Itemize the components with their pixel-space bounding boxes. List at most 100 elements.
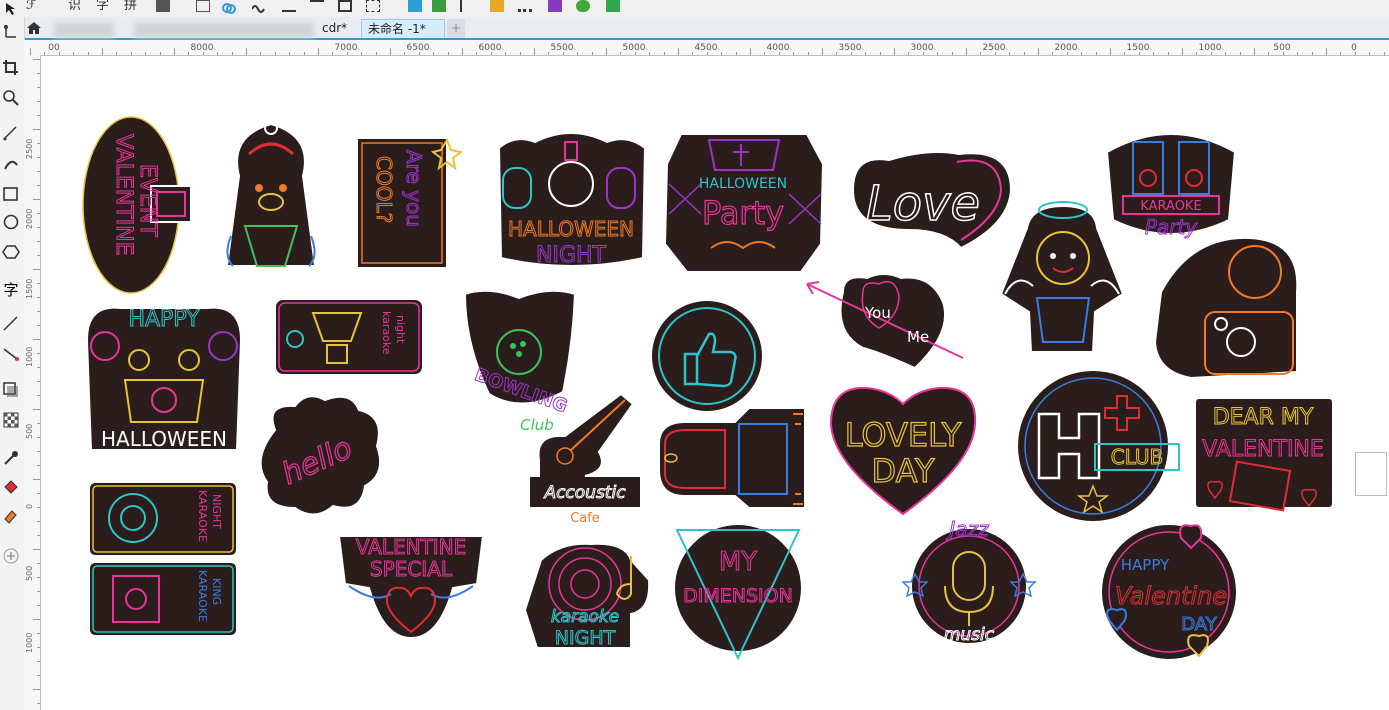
sticker-bear[interactable] [219, 116, 323, 276]
ruler-tick [1268, 52, 1270, 55]
align-icon[interactable]: ℱ [26, 0, 36, 14]
tab-document-1[interactable]: cdr* [44, 19, 360, 38]
sticker-lovely-day[interactable]: LOVELY DAY [827, 384, 979, 516]
tab-document-2[interactable]: 未命名 -1* [361, 19, 445, 38]
ellipse-icon[interactable] [2, 213, 20, 231]
sticker-valentine-event[interactable]: VALENTINE EVENT [79, 114, 201, 296]
ruler-tick [994, 52, 996, 55]
ruler-tick [37, 157, 40, 158]
ruler-tick [37, 423, 40, 424]
sticker-happy-halloween[interactable]: HAPPY HALLOWEEN [81, 300, 247, 454]
page-border-handle[interactable] [1355, 452, 1387, 496]
barcode-icon[interactable] [518, 0, 532, 12]
drawing-canvas[interactable]: VALENTINE EVENT Are you COOL? HALLOWEEN … [41, 56, 1389, 710]
home-tab[interactable] [24, 19, 44, 38]
horizontal-ruler[interactable]: 00 8000 7000 6500 6000 5500 5000 4500 4000 3500 30… [24, 40, 1389, 56]
sticker-text: VALENTINE [356, 535, 467, 559]
image-icon[interactable] [432, 0, 446, 12]
select-icon[interactable] [366, 0, 380, 12]
sticker-record-player[interactable] [1151, 232, 1301, 380]
ruler-tick [591, 52, 593, 55]
toolbar-text-1[interactable]: 识 [68, 0, 81, 14]
toolbar-text-3[interactable]: 拼 [124, 0, 137, 14]
ruler-tick [793, 52, 795, 55]
ruler-tick [33, 59, 40, 60]
sticker-karaoke-night[interactable]: karaoke NIGHT [521, 540, 653, 650]
ruler-tick [37, 675, 40, 676]
sticker-halloween-party[interactable]: HALLOWEEN Party [661, 124, 827, 276]
sticker-are-you-cool[interactable]: Are you COOL? [355, 136, 465, 270]
sticker-karaoke-tickets[interactable]: KARAOKE NIGHT KARAOKE KING [87, 480, 239, 638]
parallel-dimension-icon[interactable] [2, 315, 20, 333]
add-tool-icon[interactable] [2, 547, 20, 565]
sticker-valentine-special[interactable]: VALENTINE SPECIAL [335, 528, 487, 640]
zoom-icon[interactable] [2, 89, 20, 107]
ruler-tick [159, 52, 161, 55]
sticker-text: Me [907, 328, 929, 346]
pen-green-icon[interactable] [576, 0, 590, 12]
group-icon[interactable] [338, 0, 352, 12]
puzzle-icon[interactable] [606, 0, 620, 12]
grid-icon[interactable] [196, 0, 210, 12]
ruler-tick [37, 647, 40, 648]
wave-icon[interactable] [251, 0, 266, 13]
table-icon[interactable] [490, 0, 504, 12]
sticker-my-dimension[interactable]: MY DIMENSION [671, 518, 805, 661]
ruler-tick-label: 1000 [25, 346, 34, 367]
ruler-tick [908, 52, 910, 55]
sticker-jazz-music[interactable]: Jazz music [899, 516, 1037, 650]
connector-icon[interactable] [2, 345, 20, 363]
add-tab-button[interactable]: + [447, 19, 465, 38]
ruler-tick [37, 101, 40, 102]
top-toolbar: ℱ 识 字 拼 [0, 0, 1389, 18]
sticker-halloween-night[interactable]: HALLOWEEN NIGHT [495, 128, 647, 272]
ruler-tick [750, 48, 751, 55]
ruler-tick [1196, 52, 1198, 55]
transparency-icon[interactable] [2, 411, 20, 429]
ruler-tick [37, 367, 40, 368]
ruler-tick [37, 465, 40, 466]
rectangle-icon[interactable] [2, 185, 20, 203]
sticker-h-club[interactable]: CLUB [1009, 368, 1181, 526]
freehand-icon[interactable] [2, 125, 20, 143]
sticker-happy-valentine-day[interactable]: HAPPY Valentine DAY [1095, 514, 1241, 666]
text-frame-icon[interactable] [460, 0, 474, 12]
drop-shadow-icon[interactable] [2, 381, 20, 399]
pointer-icon[interactable] [4, 0, 18, 15]
sticker-you-me[interactable]: You Me [803, 272, 969, 370]
shape-tool-icon[interactable] [2, 23, 20, 41]
ruler-tick [1354, 52, 1356, 55]
sticker-hello[interactable]: hello [255, 390, 385, 520]
ruler-tick [37, 115, 40, 116]
blend-icon[interactable] [222, 0, 236, 14]
sticker-karaoke-night-ticket[interactable]: karaoke night [273, 297, 425, 377]
toolbox: 字 [0, 17, 25, 710]
ruler-tick [548, 52, 550, 55]
sticker-acoustic-cafe[interactable]: Accoustic Cafe [525, 390, 645, 526]
text-tool-icon[interactable]: 字 [2, 279, 20, 299]
crop-icon[interactable] [2, 59, 20, 77]
toolbar-text-2[interactable]: 字 [96, 0, 109, 14]
polygon-icon[interactable] [2, 243, 20, 261]
sticker-text: Are you [402, 150, 426, 227]
sticker-dear-valentine[interactable]: DEAR MY VALENTINE [1191, 394, 1337, 526]
interactive-fill-icon[interactable] [2, 479, 20, 497]
ruler-tick [778, 52, 780, 55]
sticker-angel[interactable] [997, 198, 1127, 354]
ruler-tick [37, 563, 40, 564]
sticker-microphone[interactable] [655, 404, 809, 512]
shape-blue-icon[interactable] [408, 0, 422, 12]
sticker-thumbs-up[interactable] [649, 298, 765, 414]
sticker-love[interactable]: Love [849, 150, 1015, 250]
ruler-tick [37, 143, 40, 144]
artistic-media-icon[interactable] [2, 155, 20, 173]
frame-icon[interactable] [156, 0, 170, 12]
smart-fill-icon[interactable] [2, 507, 20, 525]
eyedropper-icon[interactable] [2, 449, 20, 467]
ruler-tick [519, 52, 521, 55]
vertical-ruler[interactable]: 2500 2000 1500 1000 500 0 500 1000 [24, 55, 41, 710]
sticker-text: Valentine [1115, 582, 1227, 610]
plugin-icon[interactable] [548, 0, 562, 12]
line-icon[interactable] [282, 0, 296, 12]
dash-icon[interactable] [310, 0, 324, 12]
